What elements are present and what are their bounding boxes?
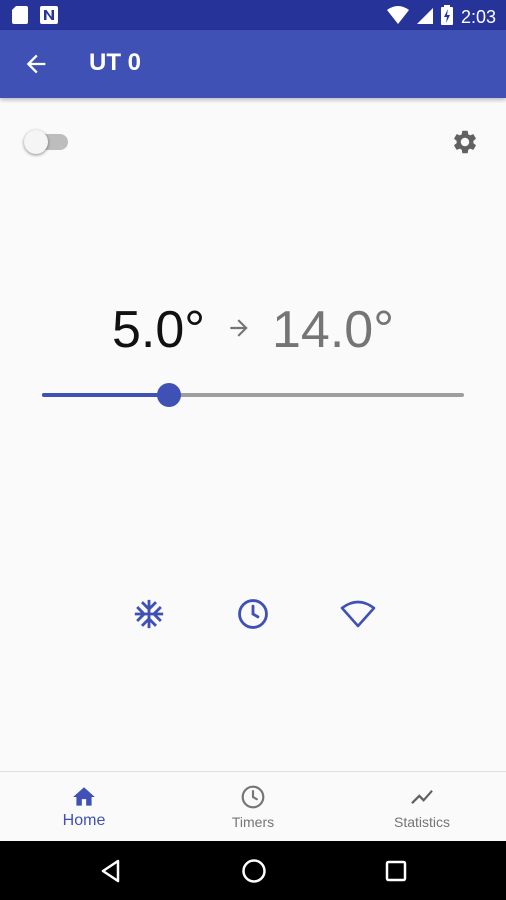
schedule-mode-button[interactable] [235,596,271,632]
slider-thumb[interactable] [156,383,181,407]
nav-timers[interactable]: Timers [169,772,337,842]
sd-card-icon [12,6,28,29]
battery-charging-icon [440,5,453,30]
back-button[interactable] [22,50,50,78]
wireless-mode-button[interactable] [340,596,376,632]
toggle-thumb [24,130,48,154]
wifi-outline-icon [340,600,376,628]
settings-button[interactable] [451,128,479,156]
status-time: 2:03 [460,7,496,27]
arrow-right-icon [226,315,252,346]
nav-statistics[interactable]: Statistics [338,772,506,842]
status-bar-left [12,6,58,29]
nav-home-label: Home [62,812,106,829]
nav-timers-label: Timers [231,814,275,830]
system-back-button[interactable] [98,858,124,884]
snowflake-icon [134,599,164,629]
system-recents-button[interactable] [383,858,409,884]
clock-icon [241,785,265,809]
clock-icon [238,599,268,629]
recents-square-icon [385,860,407,882]
app-bar: UT 0 [0,30,506,98]
temperature-slider[interactable] [42,380,464,410]
frost-mode-button[interactable] [131,596,167,632]
temperature-display: 5.0° 14.0° [0,300,506,370]
nav-statistics-label: Statistics [393,814,450,830]
n-notification-icon [40,6,58,29]
system-navigation-bar [0,841,506,900]
status-bar: 2:03 [0,0,506,30]
back-triangle-icon [101,859,120,883]
gear-icon [454,130,476,154]
signal-icon [416,6,433,29]
wifi-icon [386,6,409,29]
bottom-navigation: Home Timers Statistics [0,771,506,842]
home-icon [73,787,95,806]
power-toggle[interactable] [24,130,70,154]
mode-buttons [0,596,506,636]
nav-home[interactable]: Home [0,772,168,842]
status-bar-right: 2:03 [386,5,496,30]
target-temperature: 14.0° [271,301,394,359]
system-home-button[interactable] [241,858,267,884]
home-circle-icon [242,859,266,883]
chart-line-icon [411,789,433,805]
current-temperature: 5.0° [111,301,206,359]
arrow-left-icon [26,54,46,74]
slider-fill [42,393,169,397]
page-title: UT 0 [89,49,142,76]
